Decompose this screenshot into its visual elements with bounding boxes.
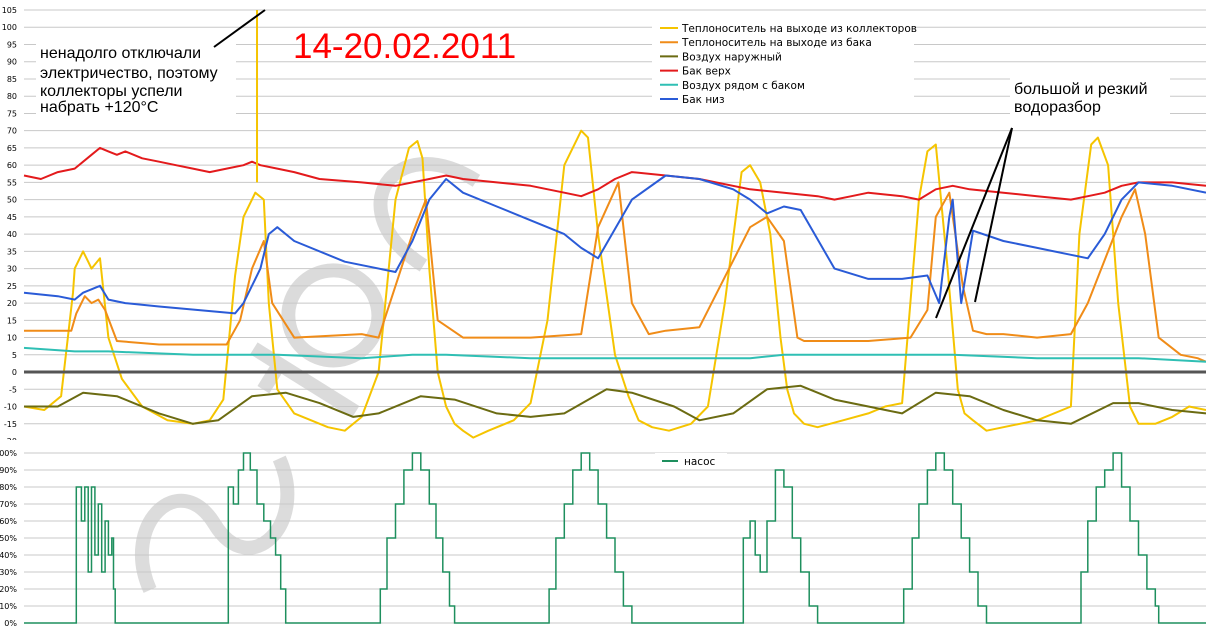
- annotation-water-draw-line-2: водоразбор: [1014, 99, 1101, 116]
- top-y-tick-label: 70: [7, 127, 17, 136]
- legend-label-4: Воздух рядом с баком: [682, 80, 805, 92]
- top-y-tick-label: 40: [7, 230, 17, 239]
- top-y-tick-label: 65: [7, 144, 17, 153]
- top-y-tick-label: 55: [7, 178, 17, 187]
- top-y-tick-label: 85: [7, 75, 17, 84]
- top-y-tick-label: 0: [12, 368, 17, 377]
- bottom-y-tick-label: 50%: [0, 534, 17, 543]
- legend-label-3: Бак верх: [682, 66, 731, 78]
- bottom-y-tick-label: 70%: [0, 500, 17, 509]
- annotation-power-outage-line-1: ненадолго отключали: [40, 45, 201, 62]
- annotation-power-outage-line-3: коллекторы успели: [40, 83, 183, 100]
- top-y-tick-label: 80: [7, 92, 17, 101]
- annotation-power-outage-line-4: набрать +120°С: [40, 99, 158, 116]
- top-y-tick-label: 25: [7, 282, 17, 291]
- bottom-y-tick-label: 10%: [0, 602, 17, 611]
- top-y-tick-label: 20: [7, 299, 17, 308]
- chart-title: 14-20.02.2011: [293, 27, 516, 66]
- legend-bottom-label: насос: [684, 456, 715, 468]
- top-y-tick-label: -5: [9, 385, 17, 394]
- bottom-y-tick-label: 80%: [0, 483, 17, 492]
- legend-label-5: Бак низ: [682, 94, 725, 106]
- top-y-tick-label: -15: [4, 420, 17, 429]
- annotation-power-outage-line-2: электричество, поэтому: [40, 65, 218, 82]
- top-y-tick-label: 45: [7, 213, 17, 222]
- annotation-water-draw-line-1: большой и резкий: [1014, 81, 1148, 98]
- top-y-tick-label: 105: [2, 6, 17, 15]
- top-y-tick-label: -10: [4, 403, 17, 412]
- top-y-tick-label: 10: [7, 334, 17, 343]
- legend-label-1: Теплоноситель на выходе из бака: [681, 37, 872, 49]
- top-y-tick-label: 30: [7, 265, 17, 274]
- bottom-y-tick-label: 100%: [0, 449, 17, 458]
- top-y-tick-label: 35: [7, 247, 17, 256]
- top-y-tick-label: 75: [7, 109, 17, 118]
- bottom-y-tick-label: 0%: [4, 619, 17, 628]
- legend-label-2: Воздух наружный: [682, 51, 782, 63]
- bottom-y-tick-label: 30%: [0, 568, 17, 577]
- top-y-tick-label: 50: [7, 196, 17, 205]
- panel-separator: [0, 440, 1206, 450]
- legend-label-0: Теплоноситель на выходе из коллекторов: [681, 23, 917, 35]
- top-y-tick-label: 60: [7, 161, 17, 170]
- bottom-y-tick-label: 90%: [0, 466, 17, 475]
- top-y-tick-label: 15: [7, 316, 17, 325]
- top-y-tick-label: 95: [7, 40, 17, 49]
- bottom-y-tick-label: 60%: [0, 517, 17, 526]
- top-y-tick-label: 90: [7, 58, 17, 67]
- bottom-y-tick-label: 40%: [0, 551, 17, 560]
- top-y-tick-label: 5: [12, 351, 17, 360]
- bottom-y-tick-label: 20%: [0, 585, 17, 594]
- temperature-pump-chart: -20-15-10-505101520253035404550556065707…: [0, 0, 1206, 628]
- top-y-tick-label: 100: [2, 23, 17, 32]
